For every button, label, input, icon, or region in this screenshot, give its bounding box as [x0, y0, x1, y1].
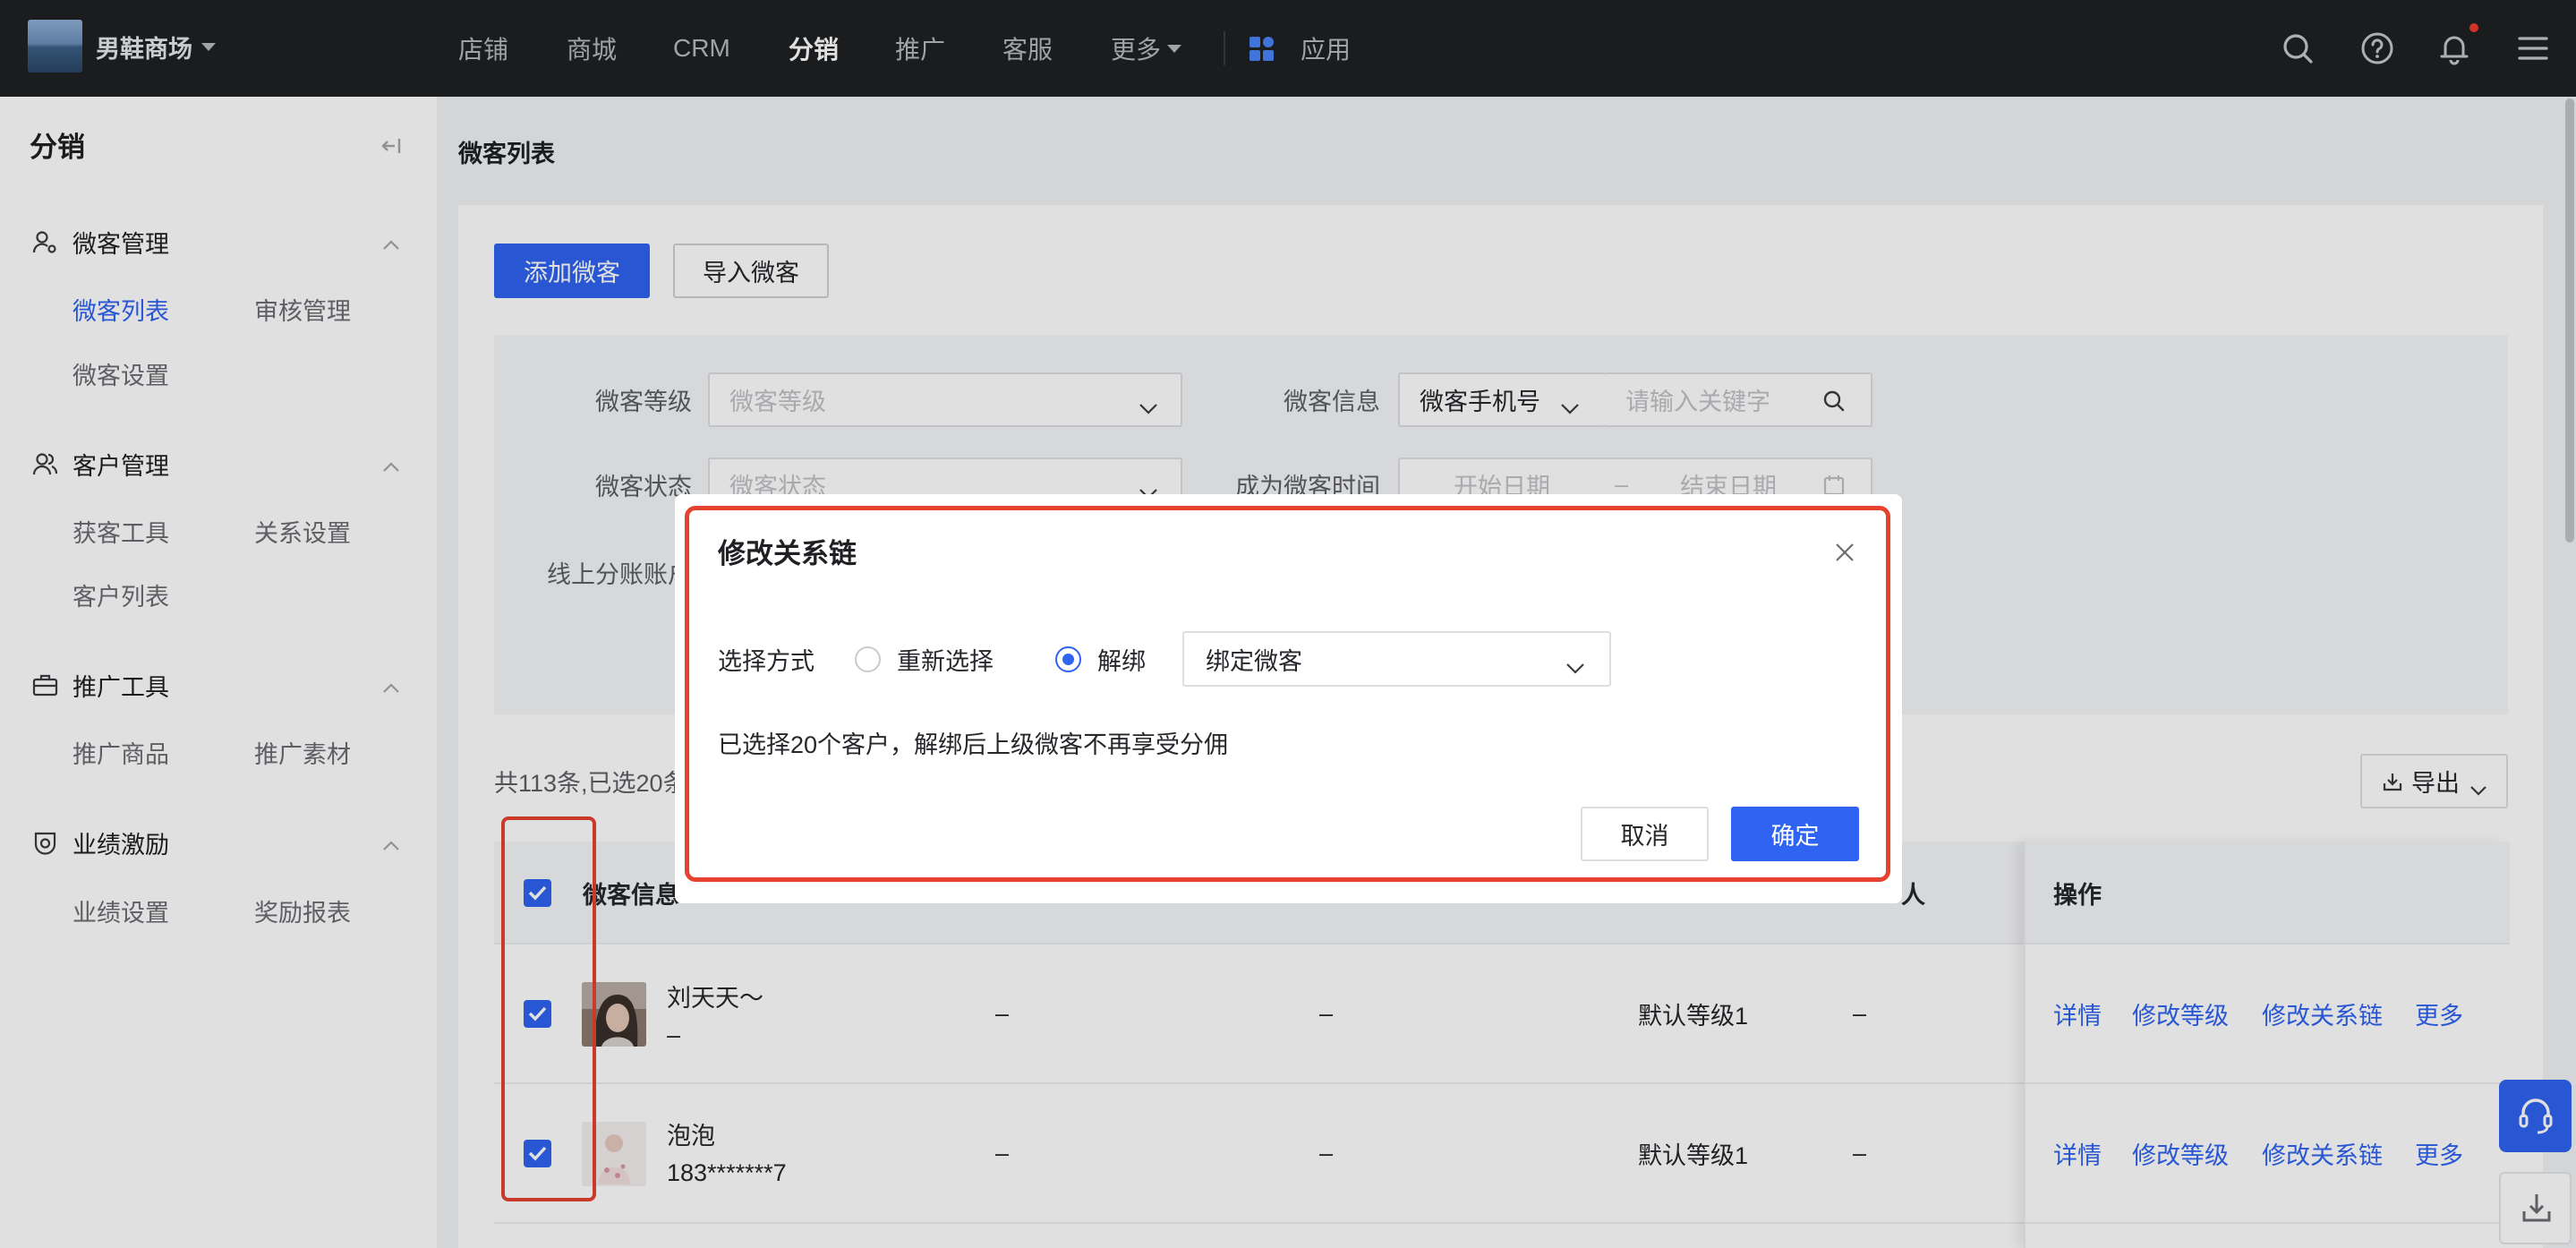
bind-target-value: 绑定微客 — [1206, 647, 1302, 675]
reselect-radio[interactable] — [855, 646, 881, 672]
unbind-radio[interactable] — [1055, 646, 1081, 672]
reselect-option-label[interactable]: 重新选择 — [897, 637, 994, 681]
dialog-info-text: 已选择20个客户，解绑后上级微客不再享受分佣 — [718, 731, 1229, 758]
cancel-button[interactable]: 取消 — [1581, 807, 1709, 861]
confirm-button[interactable]: 确定 — [1731, 807, 1859, 861]
edit-relation-chain-dialog: 修改关系链 选择方式 重新选择 解绑 绑定微客 已选择20个客户，解绑后上级微客… — [675, 494, 1902, 903]
bind-target-select[interactable]: 绑定微客 — [1182, 631, 1611, 687]
app-root: 男鞋商场 店铺 商城 CRM 分销 推广 客服 更多 应用 分销 微客管理 微客… — [0, 0, 2576, 1248]
dialog-highlight-box — [685, 506, 1890, 882]
close-icon[interactable] — [1834, 542, 1855, 563]
method-label: 选择方式 — [718, 647, 815, 675]
unbind-option-label[interactable]: 解绑 — [1097, 637, 1146, 681]
dialog-title: 修改关系链 — [718, 537, 857, 569]
chevron-down-icon — [1565, 654, 1585, 674]
